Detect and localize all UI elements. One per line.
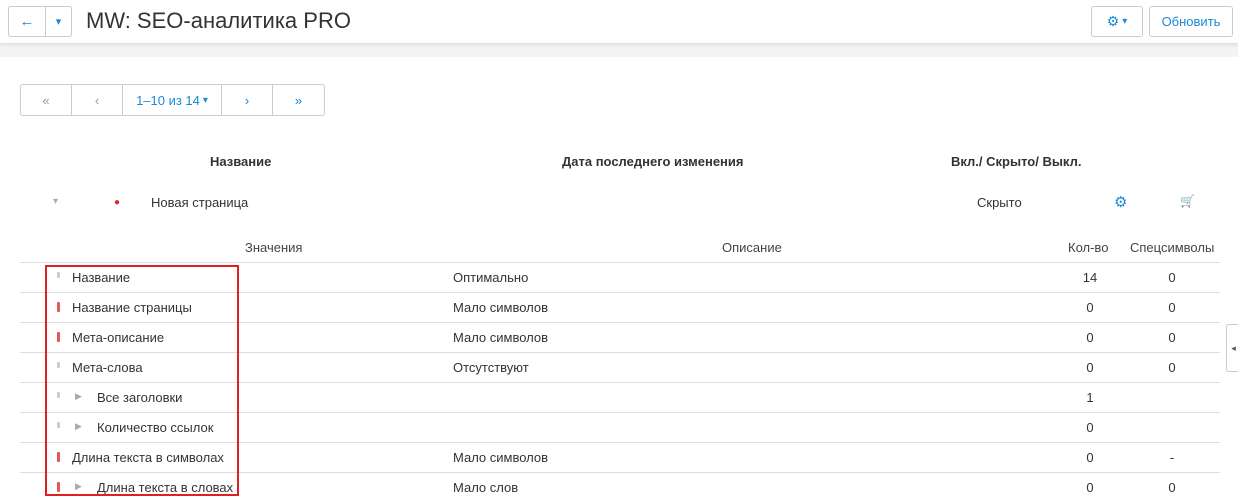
page-name[interactable]: Новая страница — [151, 195, 248, 210]
last-page-button[interactable]: » — [273, 85, 324, 115]
column-header-name[interactable]: Название — [210, 154, 271, 169]
subheader-values: Значения — [245, 240, 303, 255]
value-qty: 0 — [1086, 360, 1094, 375]
prev-page-button[interactable]: ‹ — [72, 85, 123, 115]
value-description: Мало слов — [453, 480, 519, 495]
value-description: Оптимально — [453, 270, 529, 285]
settings-dropdown-button[interactable]: ⚙ ▾ — [1091, 6, 1143, 37]
gear-icon[interactable]: ⚙ — [1114, 193, 1127, 211]
value-special: 0 — [1168, 270, 1176, 285]
page-range-dropdown[interactable]: 1–10 из 14 ▾ — [123, 85, 222, 115]
chevron-left-icon: ◂ — [1231, 342, 1236, 353]
subheader-qty: Кол-во — [1068, 240, 1109, 255]
gear-icon: ⚙ — [1106, 13, 1120, 29]
value-qty: 0 — [1086, 450, 1094, 465]
value-special: - — [1169, 450, 1175, 465]
chevron-down-icon: ▾ — [1122, 16, 1128, 27]
history-dropdown-button[interactable]: ▾ — [45, 6, 72, 37]
collapse-toggle-icon[interactable]: ▾ — [53, 196, 58, 207]
value-qty: 0 — [1086, 480, 1094, 495]
value-qty: 0 — [1086, 330, 1094, 345]
subheader-special: Спецсимволы — [1130, 240, 1215, 255]
subheader-description: Описание — [722, 240, 782, 255]
chevron-down-icon: ▾ — [202, 94, 208, 106]
value-description: Мало символов — [453, 300, 549, 315]
status-dot-icon: ● — [114, 197, 121, 208]
value-special: 0 — [1168, 300, 1176, 315]
value-description: Мало символов — [453, 330, 549, 345]
top-toolbar: ← ▾ MW: SEO-аналитика PRO ⚙ ▾ Обновить — [0, 0, 1238, 44]
column-header-status[interactable]: Вкл./ Скрыто/ Выкл. — [951, 154, 1081, 169]
back-button[interactable]: ← — [8, 6, 46, 37]
annotation-highlight-box — [45, 265, 239, 496]
page-title: MW: SEO-аналитика PRO — [86, 8, 351, 33]
page-status[interactable]: Скрыто — [977, 195, 1022, 210]
value-qty: 1 — [1086, 390, 1094, 405]
value-special: 0 — [1168, 360, 1176, 375]
value-special: 0 — [1168, 330, 1176, 345]
refresh-button[interactable]: Обновить — [1149, 6, 1233, 37]
side-panel-toggle[interactable]: ◂ — [1226, 324, 1238, 372]
value-qty: 0 — [1086, 300, 1094, 315]
cart-icon[interactable]: 🛒 — [1180, 194, 1195, 208]
column-header-date[interactable]: Дата последнего изменения — [562, 154, 744, 169]
next-page-button[interactable]: › — [222, 85, 273, 115]
value-qty: 0 — [1086, 420, 1094, 435]
chevron-down-icon: ▾ — [55, 16, 62, 28]
first-page-button[interactable]: « — [21, 85, 72, 115]
arrow-left-icon: ← — [19, 13, 35, 30]
value-description: Отсутствуют — [453, 360, 529, 375]
page-range-label: 1–10 из 14 — [136, 92, 200, 108]
value-special: 0 — [1168, 480, 1176, 495]
value-qty: 14 — [1082, 270, 1098, 285]
pagination: « ‹ 1–10 из 14 ▾ › » — [20, 84, 325, 116]
value-description: Мало символов — [453, 450, 549, 465]
